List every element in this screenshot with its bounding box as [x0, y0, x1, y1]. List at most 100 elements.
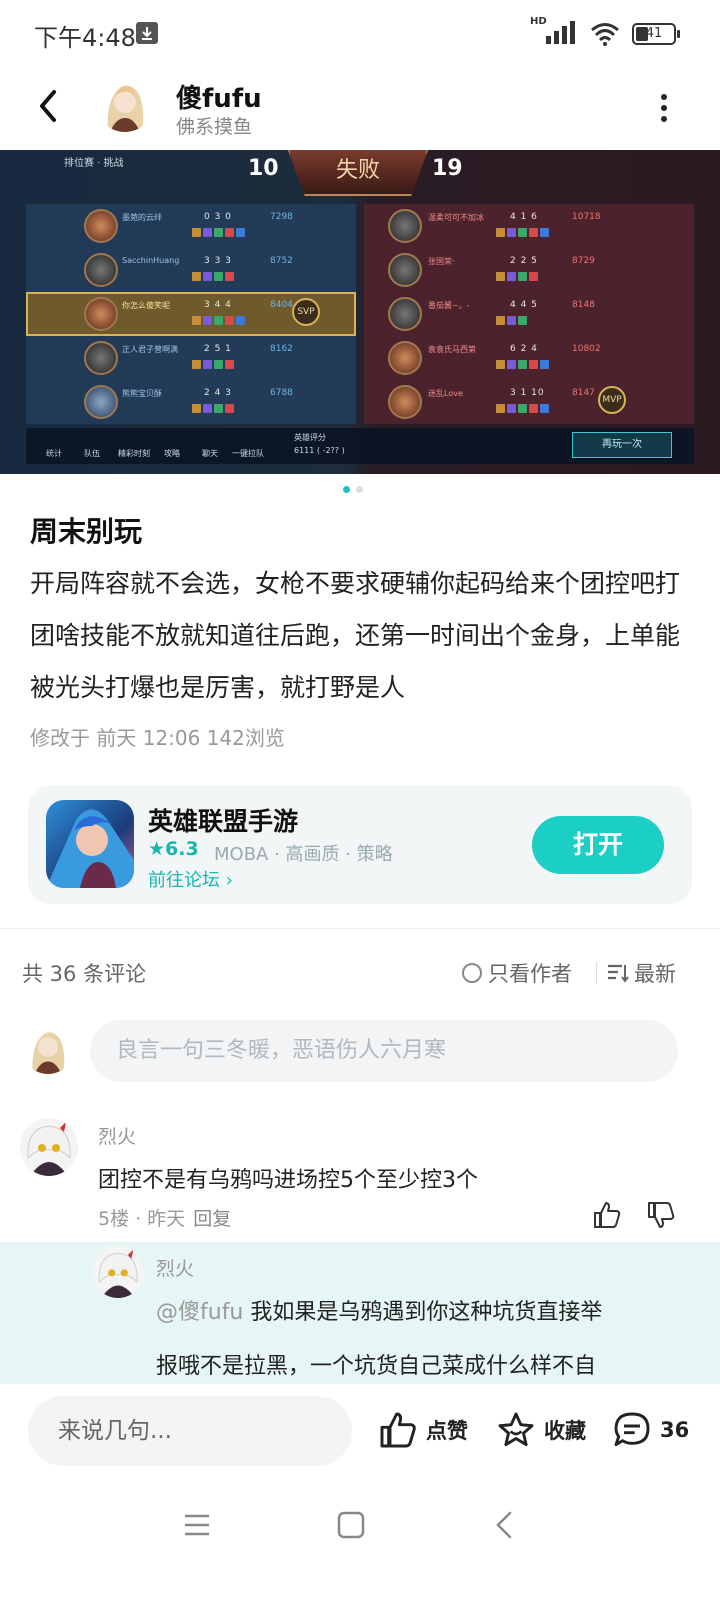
player-name: 熊熊宝贝酥: [122, 389, 162, 398]
player-name: 温柔可可不加冰: [428, 213, 484, 222]
scoreboard-row: 熊熊宝贝酥 2 4 3 6788 迷乱Love 3 1 10 8147 MVP: [26, 380, 694, 424]
player-name: 番茄酱~。-: [428, 301, 470, 310]
post-image[interactable]: 排位赛 · 挑战 10 失败 19 墨菀的云绊 0 3 0 7298 温柔可可不…: [0, 150, 720, 474]
reply-thread[interactable]: 烈火 @傻fufu 我如果是乌鸦遇到你这种坑货直接举 报哦不是拉黑，一个坑货自己…: [0, 1242, 720, 1384]
player-gold: 8147: [572, 388, 595, 398]
comment-bubble-icon: [614, 1412, 650, 1447]
player-kda: 4 1 6: [510, 212, 538, 222]
player-kda: 3 4 4: [204, 300, 232, 310]
my-avatar: [22, 1022, 74, 1074]
say-something-input[interactable]: 来说几句...: [28, 1396, 352, 1466]
game-rating: ★6.3: [148, 838, 199, 860]
player-name: 正人君子曾啊满: [122, 345, 178, 354]
player-kda: 3 3 3: [204, 256, 232, 266]
toolbar-stats: 统计: [46, 449, 62, 458]
status-time: 下午4:48: [34, 24, 136, 52]
home-icon[interactable]: [336, 1510, 366, 1540]
sort-icon: [608, 964, 629, 983]
toolbar-highlights: 精彩时刻: [118, 449, 150, 458]
player-name: 你怎么傻笑呢: [122, 301, 170, 310]
sort-button[interactable]: 最新: [606, 958, 676, 988]
like-button[interactable]: 点赞: [378, 1410, 468, 1450]
separator: [596, 962, 597, 984]
player-name: 袁袁氏马西第: [428, 345, 476, 354]
match-result: 失败: [288, 150, 428, 196]
author-avatar[interactable]: [96, 74, 154, 132]
player-kda: 2 2 5: [510, 256, 538, 266]
signal-icon: HD: [530, 16, 578, 48]
wifi-icon: [591, 23, 619, 46]
post-meta: 修改于 前天 12:06 142浏览: [30, 726, 285, 750]
comment-text: 团控不是有乌鸦吗进场控5个至少控3个: [98, 1168, 478, 1193]
comment-floor-time: 5楼 · 昨天: [98, 1208, 186, 1230]
commenter-avatar[interactable]: [20, 1118, 78, 1176]
favorite-button[interactable]: 收藏: [496, 1410, 586, 1450]
system-nav-bar: [0, 1480, 720, 1600]
player-kda: 6 2 4: [510, 344, 538, 354]
star-icon: [498, 1412, 534, 1447]
author-name[interactable]: 傻fufu: [176, 78, 262, 115]
match-mode: 排位赛 · 挑战: [64, 158, 124, 169]
player-name: 墨菀的云绊: [122, 213, 162, 222]
commenter-name[interactable]: 烈火: [98, 1122, 136, 1149]
favorite-label: 收藏: [544, 1419, 586, 1443]
play-again-button: 再玩一次: [572, 432, 672, 458]
author-subtitle: 佛系摸鱼: [176, 116, 253, 138]
scoreboard-toolbar: 统计 队伍 精彩时刻 攻略 聊天 一键拉队 英雄评分 6111 ( -2?? )…: [26, 428, 694, 464]
player-kda: 2 5 1: [204, 344, 232, 354]
comment-input[interactable]: 良言一句三冬暖，恶语伤人六月寒: [90, 1020, 678, 1082]
battery-level: 41: [645, 26, 663, 41]
player-gold: 8404: [270, 300, 293, 310]
post-body: 开局阵容就不会选，女枪不要求硬辅你起码给来个团控吧打团啥技能不放就知道往后跑，还…: [30, 569, 681, 702]
game-card[interactable]: 英雄联盟手游 ★6.3 MOBA · 高画质 · 策略 前往论坛 › 打开: [28, 786, 692, 904]
player-kda: 0 3 0: [204, 212, 232, 222]
comment-count: 共 36 条评论: [22, 962, 147, 986]
player-gold: 10802: [572, 344, 601, 354]
game-name: 英雄联盟手游: [148, 807, 299, 836]
status-icons: HD 41: [530, 16, 680, 48]
scoreboard-row: 墨菀的云绊 0 3 0 7298 温柔可可不加冰 4 1 6 10718: [26, 204, 694, 248]
player-gold: 10718: [572, 212, 601, 222]
forum-link[interactable]: 前往论坛 ›: [148, 866, 233, 892]
player-gold: 7298: [270, 212, 293, 222]
open-game-button[interactable]: 打开: [532, 816, 664, 874]
toolbar-party: 一键拉队: [232, 449, 264, 458]
mvp-badge: MVP: [598, 386, 626, 414]
post-title: 周末别玩: [30, 515, 143, 548]
thumbs-up-icon[interactable]: [592, 1200, 622, 1230]
svp-badge: SVP: [292, 298, 320, 326]
reply-text-line1: @傻fufu 我如果是乌鸦遇到你这种坑货直接举: [156, 1294, 602, 1326]
thumbs-down-icon[interactable]: [646, 1200, 676, 1230]
player-gold: 8729: [572, 256, 595, 266]
toolbar-guide: 攻略: [164, 449, 180, 458]
player-kda: 4 4 5: [510, 300, 538, 310]
toolbar-chat: 聊天: [202, 449, 218, 458]
more-options-icon[interactable]: [658, 94, 670, 124]
back-icon[interactable]: [30, 86, 70, 126]
reply-text: 我如果是乌鸦遇到你这种坑货直接举: [250, 1300, 603, 1325]
hd-label: HD: [530, 16, 547, 27]
reply-button[interactable]: 回复: [193, 1208, 231, 1230]
comment-count-badge: 36: [660, 1418, 690, 1442]
toolbar-team: 队伍: [84, 449, 100, 458]
back-nav-icon[interactable]: [490, 1510, 520, 1540]
author-only-toggle[interactable]: 只看作者: [462, 958, 572, 988]
comments-button[interactable]: 36: [612, 1410, 689, 1450]
replier-name[interactable]: 烈火: [156, 1254, 194, 1281]
red-score: 19: [432, 156, 463, 181]
player-gold: 8752: [270, 256, 293, 266]
battery-icon: 41: [632, 23, 680, 45]
chevron-right-icon: ›: [225, 870, 233, 891]
menu-icon[interactable]: [182, 1510, 212, 1540]
blue-score: 10: [248, 156, 279, 181]
rating-label: 英雄评分: [294, 433, 326, 442]
mention[interactable]: @傻fufu: [156, 1300, 243, 1325]
download-icon: [136, 22, 158, 44]
divider: [0, 928, 720, 929]
forum-link-label: 前往论坛: [148, 870, 220, 891]
comment-meta: 5楼 · 昨天 回复: [98, 1204, 231, 1231]
replier-avatar[interactable]: [92, 1246, 144, 1298]
rating-value: 6111 ( -2?? ): [294, 446, 345, 455]
image-pager: [343, 486, 363, 493]
scoreboard-row: 正人君子曾啊满 2 5 1 8162 袁袁氏马西第 6 2 4 10802: [26, 336, 694, 380]
